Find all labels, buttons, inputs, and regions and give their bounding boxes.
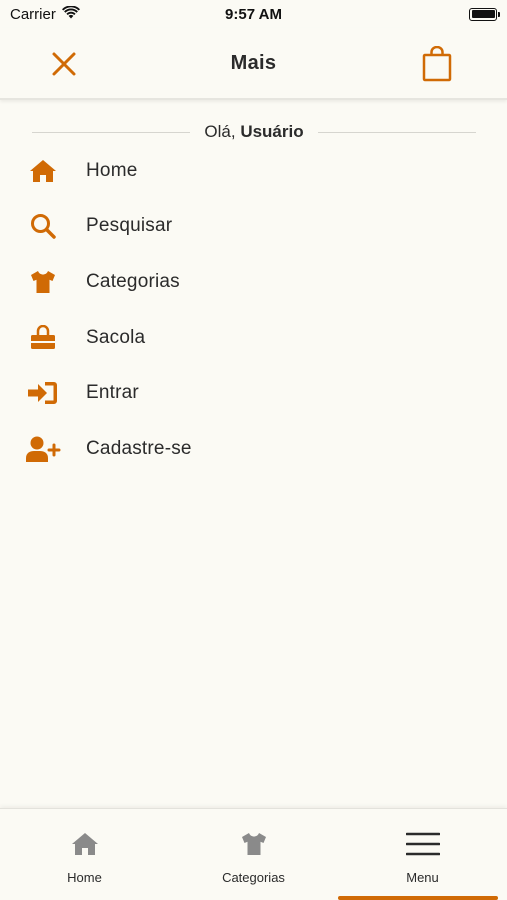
shopping-bag-icon xyxy=(0,324,86,351)
battery-icon xyxy=(469,7,500,21)
user-name: Usuário xyxy=(240,122,304,141)
menu-item-label: Categorias xyxy=(86,270,180,292)
tab-menu[interactable]: Menu xyxy=(338,809,507,900)
sign-in-icon xyxy=(0,380,86,406)
cart-button[interactable] xyxy=(420,45,454,82)
menu-item-label: Cadastre-se xyxy=(86,437,192,459)
tab-home[interactable]: Home xyxy=(0,809,169,900)
menu-item-label: Home xyxy=(86,159,138,181)
greeting-prefix: Olá, xyxy=(204,122,236,141)
shirt-icon xyxy=(240,831,268,862)
tab-categories[interactable]: Categorias xyxy=(169,809,338,900)
tab-label: Menu xyxy=(406,870,439,885)
menu-item-search[interactable]: Pesquisar xyxy=(0,199,507,255)
menu-item-bag[interactable]: Sacola xyxy=(0,310,507,366)
menu-item-label: Entrar xyxy=(86,382,139,404)
tab-label: Home xyxy=(67,870,102,885)
tab-label: Categorias xyxy=(222,870,285,885)
page-title: Mais xyxy=(230,51,277,74)
status-bar: Carrier 9:57 AM xyxy=(0,0,507,28)
shirt-icon xyxy=(0,269,86,295)
menu-item-label: Pesquisar xyxy=(86,215,173,237)
home-icon xyxy=(0,158,86,184)
menu-item-home[interactable]: Home xyxy=(0,143,507,199)
menu-item-login[interactable]: Entrar xyxy=(0,365,507,421)
divider-line xyxy=(32,131,191,133)
menu-item-signup[interactable]: Cadastre-se xyxy=(0,421,507,477)
status-left: Carrier xyxy=(10,4,80,23)
greeting-text: Olá, Usuário xyxy=(190,122,317,142)
search-icon xyxy=(0,212,86,240)
greeting-divider: Olá, Usuário xyxy=(32,120,476,144)
home-icon xyxy=(71,831,99,862)
hamburger-icon xyxy=(405,831,440,862)
tab-bar: Home Categorias Menu xyxy=(0,808,507,900)
divider-line xyxy=(317,131,476,133)
menu-item-label: Sacola xyxy=(86,326,146,348)
menu-item-categories[interactable]: Categorias xyxy=(0,254,507,310)
header: Mais xyxy=(0,28,507,100)
shopping-bag-icon xyxy=(422,45,452,82)
close-icon xyxy=(52,52,76,76)
wifi-icon xyxy=(61,4,80,23)
close-button[interactable] xyxy=(48,48,80,80)
carrier-label: Carrier xyxy=(10,5,56,23)
menu-list: Home Pesquisar Categorias Sacola Entrar … xyxy=(0,143,507,477)
user-plus-icon xyxy=(0,435,86,463)
